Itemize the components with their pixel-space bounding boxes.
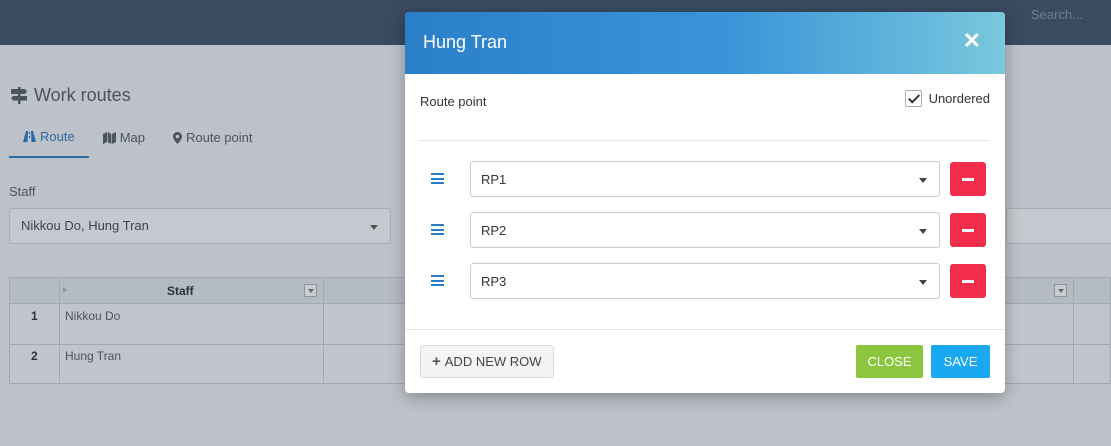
tab-bar: Route Map Route point	[9, 123, 267, 158]
route-point-select[interactable]: RP1	[470, 161, 940, 197]
save-button[interactable]: SAVE	[931, 345, 990, 378]
remove-row-button[interactable]	[950, 213, 986, 247]
drag-handle-icon[interactable]	[431, 173, 444, 184]
route-point-row: RP3	[420, 263, 990, 299]
grid-header-staff: Staff	[167, 284, 194, 298]
route-point-label: Route point	[420, 94, 487, 109]
chevron-down-icon	[919, 280, 927, 285]
route-point-row: RP1	[420, 161, 990, 197]
tab-map-label: Map	[119, 130, 145, 145]
background-field[interactable]	[1006, 208, 1111, 244]
filter-icon[interactable]	[1054, 284, 1067, 297]
plus-icon: +	[432, 353, 441, 370]
map-icon	[102, 131, 116, 144]
staff-select-value: Nikkou Do, Hung Tran	[21, 218, 149, 233]
modal-header: Hung Tran ✕	[405, 12, 1005, 74]
table-row-number: 1	[31, 309, 38, 323]
unordered-checkbox[interactable]	[904, 90, 922, 107]
modal-title: Hung Tran	[423, 32, 508, 52]
modal-footer-divider	[405, 329, 1005, 330]
close-icon[interactable]: ✕	[963, 30, 981, 52]
sort-icon	[63, 287, 67, 293]
signpost-icon	[11, 87, 27, 104]
route-point-select[interactable]: RP2	[470, 212, 940, 248]
filter-icon[interactable]	[304, 284, 317, 297]
route-point-value: RP2	[481, 223, 507, 238]
grid-col-num	[10, 278, 60, 383]
tab-route[interactable]: Route	[9, 123, 89, 158]
route-point-modal: Hung Tran ✕ Route point Unordered RP1 RP…	[405, 12, 1005, 393]
route-point-value: RP1	[481, 172, 507, 187]
page-title: Work routes	[10, 85, 131, 106]
tab-route-point-label: Route point	[186, 130, 253, 145]
tab-route-label: Route	[40, 129, 75, 144]
tab-map[interactable]: Map	[89, 123, 159, 158]
chevron-down-icon	[919, 178, 927, 183]
route-point-select[interactable]: RP3	[470, 263, 940, 299]
staff-select[interactable]: Nikkou Do, Hung Tran	[9, 208, 391, 244]
close-button[interactable]: CLOSE	[856, 345, 923, 378]
add-new-row-label: ADD NEW ROW	[444, 354, 542, 369]
remove-row-button[interactable]	[950, 264, 986, 298]
search-input[interactable]: Search...	[1031, 7, 1083, 22]
table-row-number: 2	[31, 349, 38, 363]
chevron-down-icon	[919, 229, 927, 234]
drag-handle-icon[interactable]	[431, 275, 444, 286]
add-new-row-button[interactable]: + ADD NEW ROW	[420, 345, 554, 378]
page-title-text: Work routes	[34, 85, 131, 105]
route-point-row: RP2	[420, 212, 990, 248]
divider	[420, 140, 990, 141]
table-row-staff[interactable]: Nikkou Do	[65, 309, 120, 323]
road-icon	[23, 131, 36, 142]
tab-route-point[interactable]: Route point	[159, 123, 267, 158]
map-marker-icon	[173, 131, 182, 144]
chevron-down-icon	[370, 225, 378, 230]
route-point-value: RP3	[481, 274, 507, 289]
drag-handle-icon[interactable]	[431, 224, 444, 235]
table-row-staff[interactable]: Hung Tran	[65, 349, 121, 363]
remove-row-button[interactable]	[950, 162, 986, 196]
staff-label: Staff	[9, 184, 36, 199]
unordered-toggle[interactable]: Unordered	[904, 90, 990, 107]
unordered-label: Unordered	[928, 91, 990, 106]
